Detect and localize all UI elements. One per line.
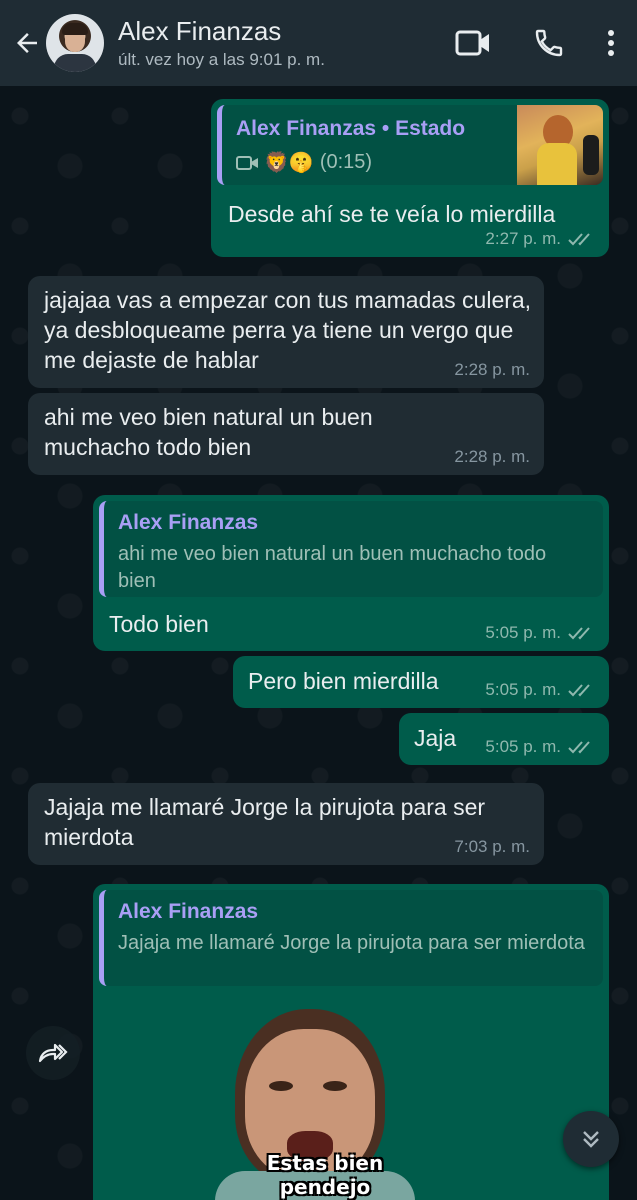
reply-text: Jajaja me llamaré Jorge la pirujota para… — [118, 932, 585, 954]
read-ticks-icon — [568, 627, 590, 640]
contact-avatar[interactable] — [46, 14, 104, 72]
message-bubble-outgoing[interactable]: Alex Finanzas • Estado 🦁🤫 (0:15) Desde a… — [211, 99, 609, 257]
more-options-icon — [608, 30, 614, 56]
read-ticks-icon — [568, 233, 590, 246]
read-ticks-icon — [568, 741, 590, 754]
message-bubble-outgoing[interactable]: Alex Finanzas ahi me veo bien natural un… — [93, 495, 609, 651]
message-text: Pero bien mierdilla — [248, 668, 439, 694]
status-duration: (0:15) — [319, 151, 373, 173]
back-arrow-icon — [17, 33, 37, 53]
voice-call-button[interactable] — [531, 23, 567, 63]
message-time: 2:28 p. m. — [454, 360, 530, 379]
video-icon — [236, 155, 258, 170]
message-time: 2:27 p. m. — [485, 229, 561, 248]
voice-call-icon — [535, 29, 563, 57]
reply-text: ahi me veo bien natural un buen muchacho… — [118, 543, 547, 592]
contact-name: Alex Finanzas — [118, 16, 282, 46]
message-text: Jajaja me llamaré Jorge la pirujota para… — [44, 794, 486, 850]
sticker-caption: Estas bien pendejo — [205, 1151, 445, 1199]
reply-author: Alex Finanzas — [118, 511, 259, 534]
status-reply-author: Alex Finanzas • Estado — [236, 117, 466, 140]
message-bubble-incoming[interactable]: ahi me veo bien natural un buen muchacho… — [28, 393, 544, 475]
reply-author: Alex Finanzas — [118, 900, 259, 923]
message-text: Desde ahí se te veía lo mierdilla — [228, 201, 556, 227]
message-time: 7:03 p. m. — [454, 837, 530, 856]
forward-button[interactable] — [26, 1026, 80, 1080]
sticker-caption-line-1: Estas bien — [266, 1151, 384, 1175]
message-text: Jaja — [414, 725, 457, 751]
message-time: 5:05 p. m. — [485, 680, 561, 699]
message-time: 2:28 p. m. — [454, 447, 530, 466]
video-call-icon — [455, 30, 489, 56]
video-call-button[interactable] — [453, 23, 493, 63]
forward-icon — [38, 1043, 68, 1063]
message-time: 5:05 p. m. — [485, 623, 561, 642]
read-ticks-icon — [568, 684, 590, 697]
double-chevron-down-icon — [583, 1131, 599, 1148]
sticker-caption-line-2: pendejo — [279, 1175, 371, 1199]
status-reply-quote[interactable]: Alex Finanzas • Estado 🦁🤫 (0:15) — [217, 105, 603, 185]
message-text: ahi me veo bien natural un buen muchacho… — [44, 404, 373, 460]
reply-quote[interactable]: Alex Finanzas ahi me veo bien natural un… — [99, 501, 603, 597]
scroll-to-bottom-button[interactable] — [563, 1111, 619, 1167]
message-text: Todo bien — [109, 611, 209, 637]
back-button[interactable] — [2, 0, 52, 86]
message-time: 5:05 p. m. — [485, 737, 561, 756]
status-emojis: 🦁🤫 — [264, 152, 314, 174]
message-bubble-incoming[interactable]: Jajaja me llamaré Jorge la pirujota para… — [28, 783, 544, 865]
last-seen-status: últ. vez hoy a las 9:01 p. m. — [118, 50, 325, 69]
status-thumbnail[interactable] — [517, 105, 603, 185]
contact-info[interactable]: Alex Finanzas últ. vez hoy a las 9:01 p.… — [118, 16, 453, 70]
message-bubble-outgoing[interactable]: Jaja 5:05 p. m. — [399, 713, 609, 765]
sticker-image[interactable]: Estas bien pendejo — [205, 1001, 445, 1200]
chat-header: Alex Finanzas últ. vez hoy a las 9:01 p.… — [0, 0, 637, 86]
chat-area[interactable]: Alex Finanzas • Estado 🦁🤫 (0:15) Desde a… — [0, 86, 637, 1200]
message-bubble-outgoing[interactable]: Pero bien mierdilla 5:05 p. m. — [233, 656, 609, 708]
message-bubble-incoming[interactable]: jajajaa vas a empezar con tus mamadas cu… — [28, 276, 544, 388]
more-options-button[interactable] — [601, 23, 621, 63]
reply-quote[interactable]: Alex Finanzas Jajaja me llamaré Jorge la… — [99, 890, 603, 986]
